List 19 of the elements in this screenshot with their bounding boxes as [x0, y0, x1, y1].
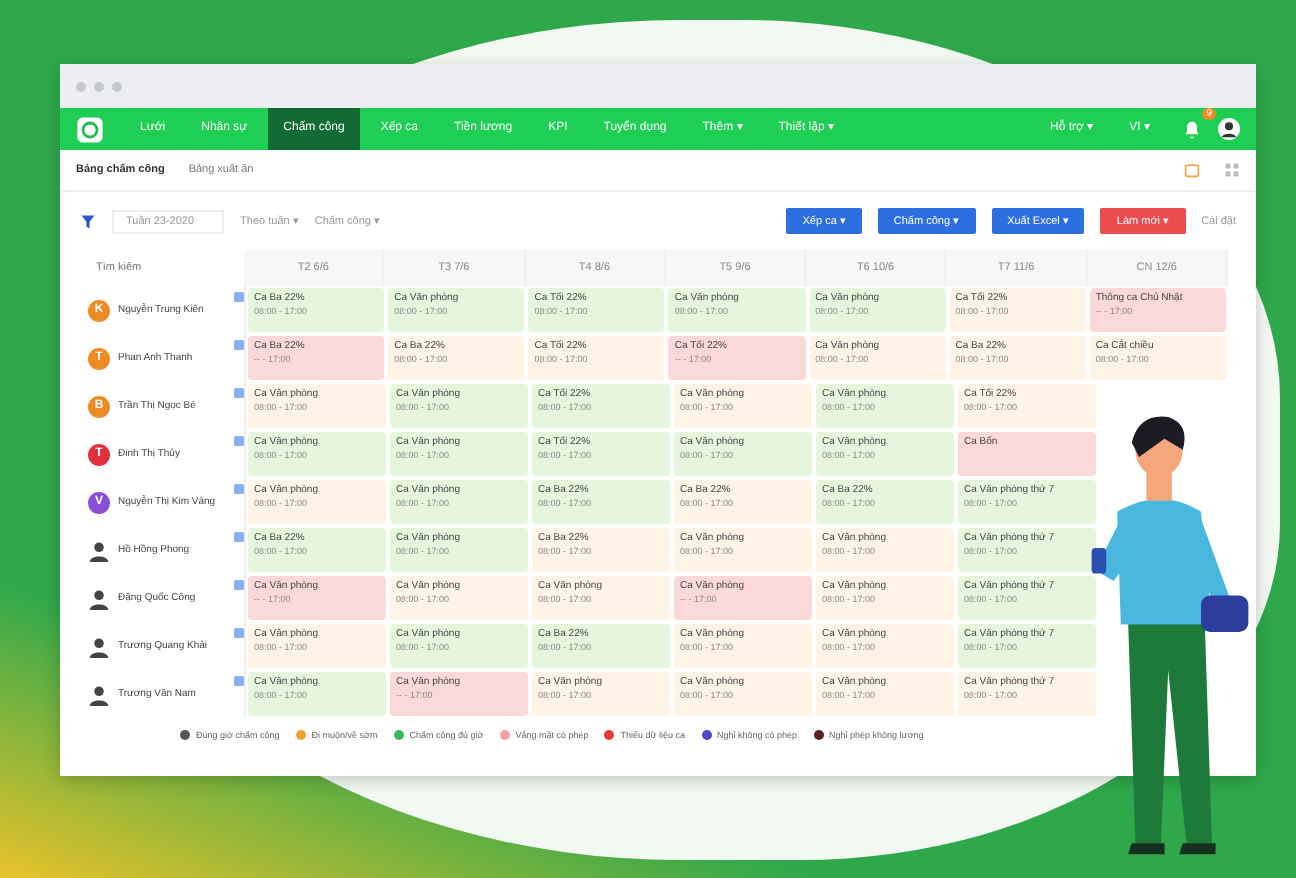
note-icon[interactable]: [234, 340, 244, 350]
note-icon[interactable]: [234, 484, 244, 494]
note-icon[interactable]: [234, 388, 244, 398]
filter-icon[interactable]: [80, 213, 96, 229]
avatar-silhouette-icon: [88, 635, 110, 657]
note-icon[interactable]: [234, 532, 244, 542]
grid-icon[interactable]: [1224, 162, 1240, 178]
calendar-icon[interactable]: [1184, 162, 1200, 178]
avatar-silhouette-icon: [88, 539, 110, 561]
note-icon[interactable]: [234, 436, 244, 446]
note-icon[interactable]: [234, 628, 244, 638]
avatar-silhouette-icon: [88, 587, 110, 609]
note-icon[interactable]: [234, 676, 244, 686]
note-icon[interactable]: [234, 292, 244, 302]
bell-icon[interactable]: [1182, 119, 1202, 139]
avatar-icon[interactable]: [1218, 118, 1240, 140]
note-icon[interactable]: [234, 580, 244, 590]
logo-icon[interactable]: [76, 115, 104, 143]
avatar-silhouette-icon: [88, 683, 110, 705]
